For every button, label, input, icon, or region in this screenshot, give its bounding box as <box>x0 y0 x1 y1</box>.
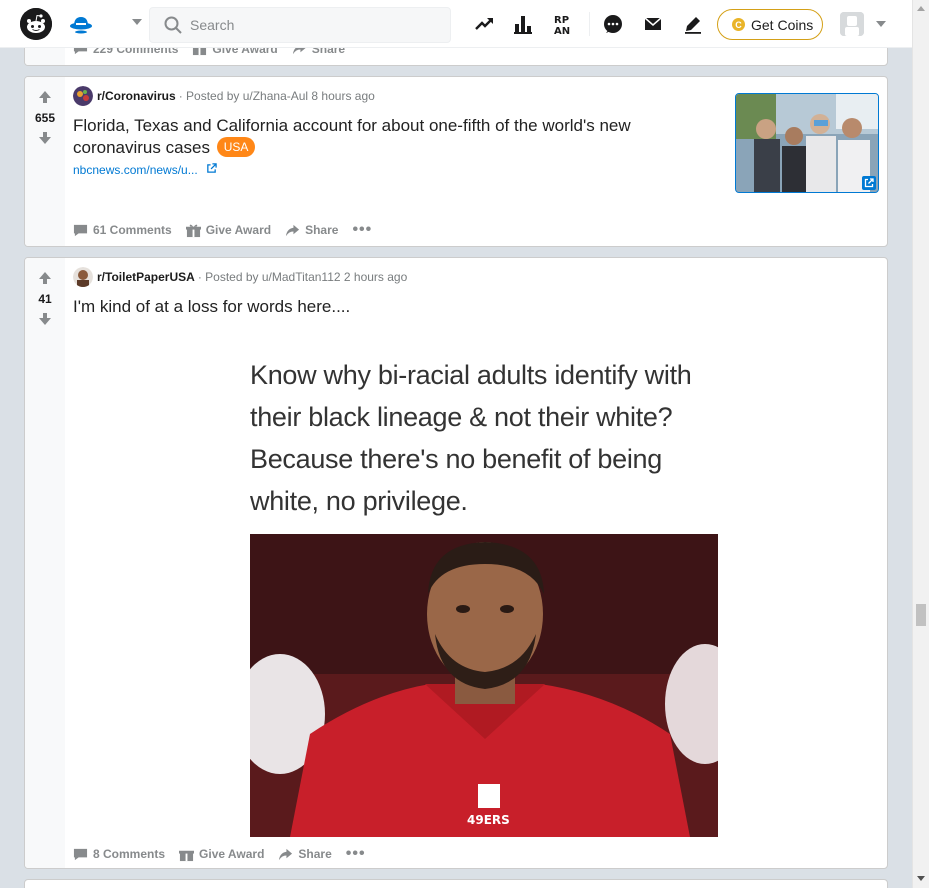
stats-icon[interactable] <box>511 12 535 36</box>
posted-by: · Posted by u/Zhana-Aul 8 hours ago <box>178 89 375 103</box>
external-link-text: nbcnews.com/news/u... <box>73 163 198 177</box>
downvote-arrow-icon[interactable] <box>37 130 53 146</box>
get-coins-button[interactable]: C Get Coins <box>717 9 823 40</box>
posted-by: · Posted by u/MadTitan112 2 hours ago <box>197 270 408 284</box>
downvote-arrow-icon[interactable] <box>37 311 53 327</box>
top-header: RP AN C Get Coins <box>0 0 912 48</box>
feed-dropdown-chevron-icon[interactable] <box>132 19 142 25</box>
post-actions: 8 Comments Give Award Share ••• <box>73 845 380 863</box>
page-scrollbar[interactable] <box>912 0 929 888</box>
mail-icon[interactable] <box>641 12 665 36</box>
post-title-text: I'm kind of at a loss for words here.... <box>73 297 351 316</box>
vote-score: 655 <box>34 111 56 125</box>
share-button[interactable]: Share <box>285 223 338 238</box>
share-icon <box>286 224 300 236</box>
award-label: Give Award <box>199 847 265 861</box>
meme-caption: Know why bi-racial adults identify with … <box>250 360 692 516</box>
subreddit-link[interactable]: r/Coronavirus <box>97 89 176 103</box>
pencil-icon[interactable] <box>681 12 705 36</box>
post-actions: 61 Comments Give Award Share ••• <box>73 221 386 239</box>
post-thumbnail[interactable] <box>735 93 879 193</box>
get-coins-label: Get Coins <box>751 16 814 33</box>
subreddit-icon[interactable] <box>73 267 93 287</box>
more-options-button[interactable]: ••• <box>346 845 366 863</box>
gift-icon <box>185 224 201 237</box>
news-photo-image <box>736 94 878 192</box>
next-post-card[interactable] <box>24 879 888 888</box>
comments-label: 61 Comments <box>93 223 172 237</box>
jersey-text: 49ERS <box>467 813 510 827</box>
post-title[interactable]: I'm kind of at a loss for words here.... <box>73 296 863 318</box>
scrollbar-thumb[interactable] <box>916 604 926 626</box>
post-title-text: Florida, Texas and California account fo… <box>73 116 631 157</box>
svg-text:RP: RP <box>554 15 569 26</box>
user-menu-chevron-icon[interactable] <box>876 21 886 27</box>
external-link-badge-icon <box>862 176 876 190</box>
gift-icon <box>179 850 195 861</box>
search-icon <box>164 16 182 34</box>
share-icon <box>279 848 293 860</box>
subreddit-icon[interactable] <box>73 86 93 106</box>
user-avatar[interactable] <box>840 12 864 36</box>
award-label: Give Award <box>205 223 272 237</box>
post-card[interactable]: 41 r/ToiletPaperUSA · Posted by u/MadTit… <box>24 257 888 869</box>
reddit-logo-icon[interactable] <box>20 8 52 40</box>
scroll-up-arrow-icon[interactable] <box>917 6 925 11</box>
comment-icon <box>73 848 88 860</box>
share-label: Share <box>305 223 339 237</box>
post-meta: r/ToiletPaperUSA · Posted by u/MadTitan1… <box>73 267 407 287</box>
post-title[interactable]: Florida, Texas and California account fo… <box>73 115 703 159</box>
comments-button[interactable]: 61 Comments <box>73 223 172 238</box>
football-player-photo: 49ERS <box>250 534 718 837</box>
post-card[interactable]: 655 r/Coronavirus · Posted by u/Zhana-Au… <box>24 76 888 247</box>
vote-column: 655 <box>25 77 65 246</box>
post-meta: r/Coronavirus · Posted by u/Zhana-Aul 8 … <box>73 86 375 106</box>
post-flair-badge[interactable]: USA <box>216 137 256 157</box>
give-award-button[interactable]: Give Award <box>185 223 272 238</box>
subreddit-link[interactable]: r/ToiletPaperUSA <box>97 270 195 284</box>
header-separator <box>589 12 590 36</box>
coin-icon: C <box>732 18 745 31</box>
share-button[interactable]: Share <box>278 847 332 862</box>
trending-icon[interactable] <box>472 12 496 36</box>
upvote-arrow-icon[interactable] <box>37 89 53 105</box>
scroll-down-arrow-icon[interactable] <box>917 876 925 881</box>
search-input[interactable] <box>190 8 440 42</box>
post-image[interactable]: Know why bi-racial adults identify with … <box>250 340 718 837</box>
external-link[interactable]: nbcnews.com/news/u... <box>73 163 217 177</box>
vote-score: 41 <box>38 292 52 306</box>
svg-text:AN: AN <box>554 26 570 36</box>
external-link-icon <box>207 163 217 173</box>
upvote-arrow-icon[interactable] <box>37 270 53 286</box>
more-options-button[interactable]: ••• <box>352 221 372 239</box>
comments-button[interactable]: 8 Comments <box>73 847 165 862</box>
home-feed-icon[interactable] <box>68 12 94 36</box>
vote-column: 41 <box>25 258 65 868</box>
search-bar[interactable] <box>149 7 451 43</box>
comment-icon <box>73 224 88 236</box>
comments-label: 8 Comments <box>93 847 166 861</box>
share-label: Share <box>298 847 332 861</box>
chat-icon[interactable] <box>601 12 625 36</box>
give-award-button[interactable]: Give Award <box>179 847 264 862</box>
rpan-icon[interactable]: RP AN <box>552 12 576 37</box>
